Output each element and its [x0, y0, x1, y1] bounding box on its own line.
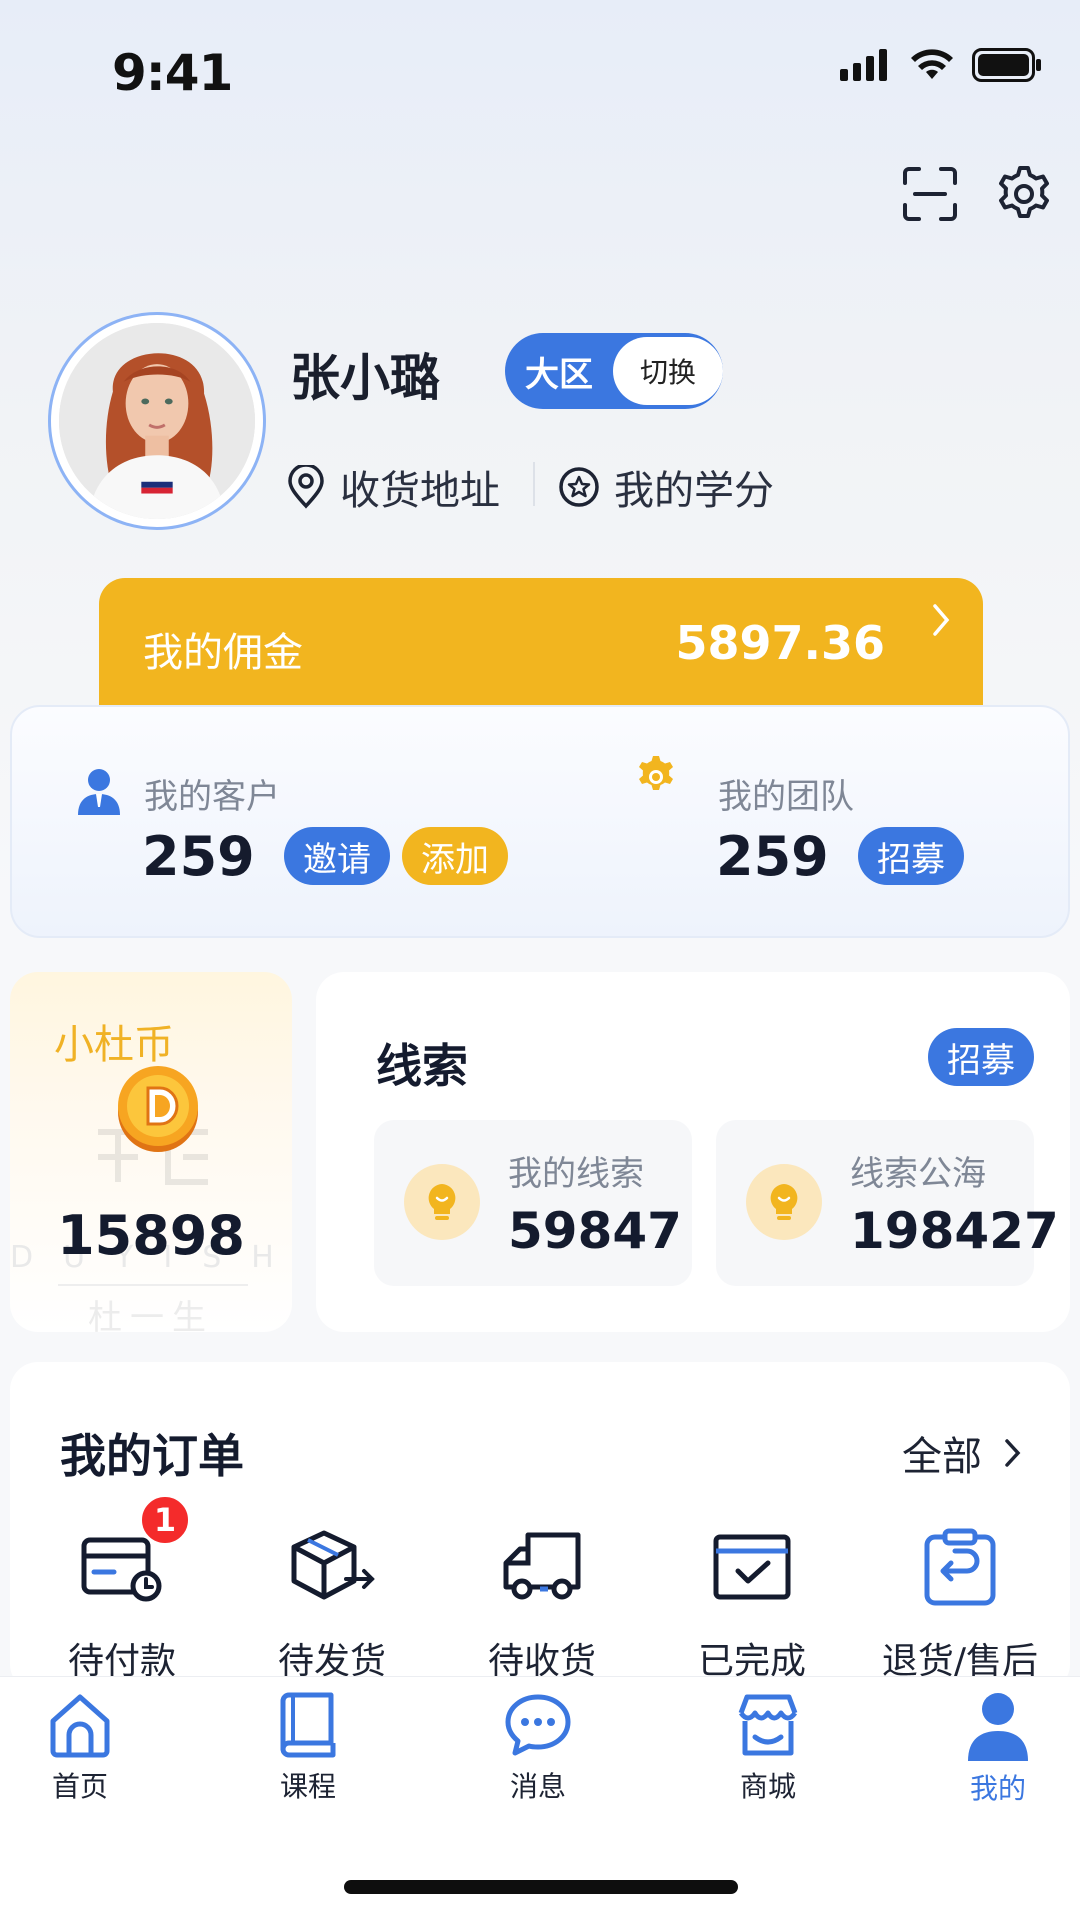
tab-store[interactable]: 商城 [688, 1691, 848, 1805]
address-label: 收货地址 [340, 468, 500, 514]
status-icons [840, 48, 1042, 82]
settings-button[interactable] [992, 162, 1056, 226]
tab-label: 商城 [739, 1770, 796, 1803]
brand-watermark-cn: 杜一生 [88, 1298, 214, 1332]
tab-label: 课程 [279, 1770, 336, 1803]
chevron-right-icon [1005, 1439, 1021, 1467]
book-icon [280, 1692, 336, 1758]
wifi-icon [911, 49, 953, 79]
tab-messages[interactable]: 消息 [458, 1691, 618, 1805]
store-icon [738, 1694, 798, 1756]
avatar[interactable] [48, 312, 266, 530]
team-value: 259 [716, 825, 829, 888]
status-time: 9:41 [112, 44, 233, 102]
coin-card[interactable]: 小杜币 DUYISHENG 杜一生 15898 [10, 972, 292, 1332]
check-calendar-icon [713, 1534, 791, 1600]
credits-link[interactable]: 我的学分 [558, 458, 774, 516]
chevron-right-icon [933, 604, 950, 636]
star-badge-icon [559, 467, 599, 507]
coin-icon [118, 1066, 198, 1152]
leads-pool-box[interactable]: 线索公海 198427 [716, 1120, 1059, 1286]
customers-label: 我的客户 [144, 777, 280, 817]
orders-all-link[interactable]: 全部 [902, 1424, 1022, 1482]
add-customer-button[interactable]: 添加 [402, 827, 508, 885]
battery-icon [972, 48, 1041, 82]
bulb-icon-wrap [746, 1164, 822, 1240]
my-leads-box[interactable]: 我的线索 59847 [374, 1120, 692, 1286]
address-link[interactable]: 收货地址 [286, 458, 500, 516]
tab-label: 首页 [51, 1770, 108, 1803]
gear-icon [999, 166, 1049, 218]
home-indicator [344, 1880, 738, 1894]
bulb-icon [770, 1184, 798, 1220]
my-leads-value: 59847 [508, 1202, 682, 1260]
region-label: 大区 [525, 354, 593, 395]
region-switch[interactable]: 大区 切换 [505, 333, 723, 409]
leads-title: 线索 [376, 1039, 468, 1093]
leads-recruit-button[interactable]: 招募 [928, 1028, 1034, 1086]
order-completed[interactable]: 已完成 [652, 1522, 852, 1684]
divider [533, 462, 535, 506]
avatar-image [59, 323, 255, 519]
tab-label: 我的 [969, 1772, 1026, 1805]
invite-button[interactable]: 邀请 [284, 827, 390, 885]
order-pending-shipment[interactable]: 待发货 [232, 1522, 432, 1684]
chat-icon [505, 1694, 571, 1756]
orders-title: 我的订单 [60, 1429, 244, 1483]
notification-badge: 1 [139, 1494, 191, 1546]
tab-home[interactable]: 首页 [0, 1691, 160, 1805]
coin-value: 15898 [57, 1204, 245, 1267]
commission-value: 5897.36 [675, 616, 885, 670]
leads-pool-value: 198427 [850, 1202, 1059, 1260]
watermark-line [58, 1284, 248, 1286]
signal-icon [840, 49, 887, 81]
order-pending-receipt[interactable]: 待收货 [442, 1522, 642, 1684]
credits-label: 我的学分 [614, 468, 774, 514]
my-leads-label: 我的线索 [508, 1154, 644, 1194]
tab-mine[interactable]: 我的 [918, 1691, 1078, 1807]
tab-label: 消息 [509, 1770, 566, 1803]
coin-title: 小杜币 [54, 1022, 174, 1068]
team-icon [639, 756, 673, 790]
customers-value: 259 [142, 825, 255, 888]
bulb-icon-wrap [404, 1164, 480, 1240]
scan-button[interactable] [898, 162, 962, 226]
leads-pool-label: 线索公海 [850, 1154, 986, 1194]
orders-card: 我的订单 全部 1 待付款 待发货 待收货 已完成 退货/售后 [10, 1362, 1070, 1692]
leads-card: 线索 招募 我的线索 59847 线索公海 198427 [316, 972, 1070, 1332]
order-pending-payment[interactable]: 1 待付款 [22, 1494, 222, 1684]
user-icon [968, 1693, 1028, 1761]
home-icon [50, 1694, 110, 1758]
team-label: 我的团队 [718, 777, 854, 817]
tab-courses[interactable]: 课程 [228, 1691, 388, 1805]
truck-icon [503, 1532, 581, 1600]
commission-label: 我的佣金 [143, 630, 303, 676]
user-name: 张小璐 [290, 349, 440, 407]
commission-card[interactable]: 我的佣金 5897.36 [99, 578, 983, 718]
stats-card: 我的客户 259 邀请 添加 我的团队 259 招募 [10, 705, 1070, 938]
box-send-icon [291, 1530, 375, 1600]
bulb-icon [428, 1184, 456, 1220]
customer-icon [78, 769, 120, 815]
orders-all-label: 全部 [902, 1434, 982, 1480]
scan-icon [903, 167, 957, 221]
order-after-sales[interactable]: 退货/售后 [860, 1522, 1060, 1684]
switch-button[interactable]: 切换 [613, 337, 723, 405]
location-icon [288, 465, 324, 509]
team-recruit-button[interactable]: 招募 [858, 827, 964, 885]
return-icon [924, 1528, 996, 1606]
